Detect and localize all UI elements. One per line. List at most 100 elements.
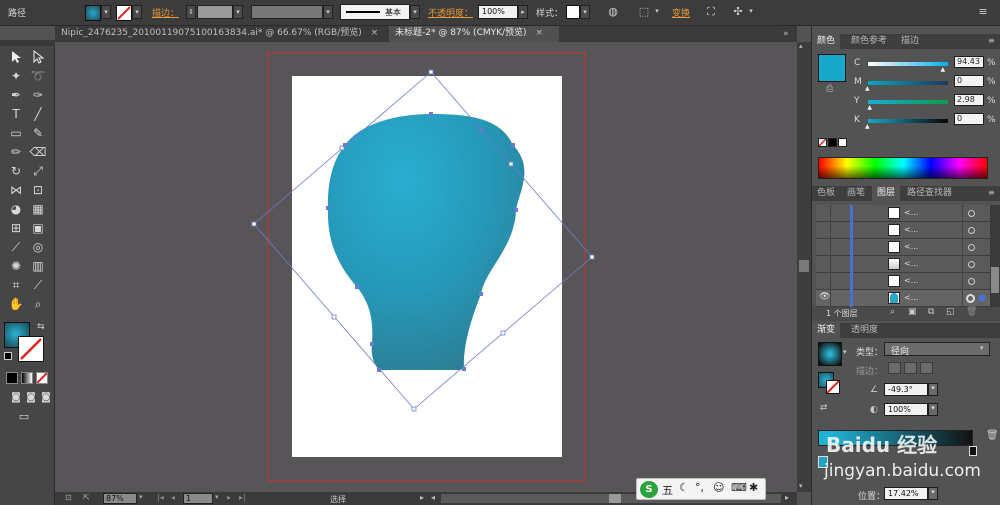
panel-menu-icon[interactable]: ≡ bbox=[988, 36, 995, 45]
opacity-dropdown[interactable]: ▸ bbox=[518, 5, 528, 19]
channel-c-slider[interactable] bbox=[868, 62, 948, 66]
gradient-tool-icon[interactable]: ▣ bbox=[28, 219, 48, 237]
opacity-label[interactable]: 不透明度： bbox=[428, 6, 473, 19]
location-field[interactable]: 17.42% bbox=[884, 487, 928, 500]
arrange-dropdown[interactable]: ▾ bbox=[746, 5, 756, 19]
layer-row-selected[interactable]: 👁 <... bbox=[816, 290, 993, 307]
panel-menu-icon[interactable]: ≡ bbox=[988, 188, 995, 197]
channel-m-slider[interactable] bbox=[868, 81, 948, 85]
layer-row[interactable]: <... bbox=[816, 239, 993, 256]
scroll-down-arrow[interactable]: ▾ bbox=[799, 482, 809, 490]
recolor-artwork-icon[interactable]: ◍ bbox=[605, 4, 621, 20]
gradient-type-select[interactable]: 径向 ▾ bbox=[884, 342, 990, 357]
layers-scrollbar[interactable] bbox=[990, 205, 1000, 307]
new-layer-icon[interactable]: ◱ bbox=[946, 307, 955, 317]
next-artboard-button[interactable]: ▸ bbox=[227, 493, 231, 502]
direct-selection-tool-icon[interactable] bbox=[28, 48, 48, 66]
graph-tool-icon[interactable]: ▥ bbox=[28, 257, 48, 275]
out-of-web-gamut-icon[interactable]: ⎙ bbox=[826, 84, 833, 94]
stroke-across-button[interactable] bbox=[920, 362, 933, 374]
moon-icon[interactable]: ☾ bbox=[679, 481, 689, 494]
target-circle-icon[interactable] bbox=[968, 244, 975, 251]
layer-row[interactable]: <... bbox=[816, 273, 993, 290]
tab-gradient[interactable]: 渐变 bbox=[812, 323, 841, 338]
hand-tool-icon[interactable]: ✋ bbox=[6, 295, 26, 313]
target-circle-icon[interactable] bbox=[968, 210, 975, 217]
shape-builder-tool-icon[interactable]: ◕ bbox=[6, 200, 26, 218]
artboard-tool-icon[interactable]: ⌗ bbox=[6, 276, 26, 294]
artboard-dropdown[interactable]: ▾ bbox=[215, 493, 219, 501]
toolbar-grip[interactable] bbox=[0, 40, 55, 46]
brush-definition-field[interactable]: 基本 bbox=[340, 4, 410, 20]
tab-document-1[interactable]: Nipic_2476235_20100119075100163834.ai* @… bbox=[55, 26, 385, 42]
graphic-style-dropdown[interactable]: ▾ bbox=[580, 5, 590, 19]
white-color-swatch[interactable] bbox=[838, 138, 847, 147]
delete-layer-icon[interactable]: 🗑 bbox=[966, 307, 977, 317]
location-dropdown[interactable]: ▾ bbox=[928, 487, 938, 500]
layer-name[interactable]: <... bbox=[904, 259, 918, 268]
gradient-mode-button[interactable] bbox=[21, 372, 33, 384]
stroke-swatch[interactable] bbox=[116, 5, 132, 21]
line-tool-icon[interactable]: ╱ bbox=[28, 105, 48, 123]
channel-y-handle[interactable]: ▲ bbox=[867, 104, 872, 111]
tab-pathfinder[interactable]: 路径查找器 bbox=[902, 186, 957, 201]
swap-fill-stroke-icon[interactable]: ⇆ bbox=[37, 322, 45, 332]
slice-tool-icon[interactable]: ⟋ bbox=[28, 276, 48, 294]
draw-inside-icon[interactable]: ◙ bbox=[36, 389, 56, 407]
angle-dropdown[interactable]: ▾ bbox=[928, 383, 938, 396]
scroll-up-arrow[interactable]: ▴ bbox=[799, 42, 809, 50]
channel-y-slider[interactable] bbox=[868, 100, 948, 104]
color-mode-button[interactable] bbox=[6, 372, 18, 384]
target-circle-icon[interactable] bbox=[968, 227, 975, 234]
layer-name[interactable]: <... bbox=[904, 242, 918, 251]
artboard-nav-icon[interactable]: ⊡ bbox=[65, 493, 79, 504]
align-icon[interactable]: ⬚ bbox=[636, 4, 652, 20]
stroke-weight-field[interactable] bbox=[197, 5, 233, 19]
layer-name[interactable]: <... bbox=[904, 225, 918, 234]
tab-document-2[interactable]: 未标题-2* @ 87% (CMYK/预览) × bbox=[389, 26, 559, 42]
tab-layers[interactable]: 图层 bbox=[872, 186, 901, 201]
export-icon[interactable]: ⇱ bbox=[83, 493, 97, 504]
type-tool-icon[interactable]: T bbox=[6, 105, 26, 123]
clipping-mask-icon[interactable]: ▣ bbox=[908, 307, 917, 317]
gradient-angle-field[interactable]: -49.3° bbox=[884, 383, 928, 396]
layer-row[interactable]: <... bbox=[816, 222, 993, 239]
settings-icon[interactable]: ✱ bbox=[749, 481, 758, 494]
layer-name[interactable]: <... bbox=[904, 276, 918, 285]
hscroll-thumb[interactable] bbox=[609, 494, 621, 503]
lasso-tool-icon[interactable]: ➰ bbox=[28, 67, 48, 85]
magic-wand-tool-icon[interactable]: ✦ bbox=[6, 67, 26, 85]
target-circle-selected-icon[interactable] bbox=[966, 294, 975, 303]
variable-width-profile[interactable] bbox=[251, 5, 323, 19]
layer-row[interactable]: <... bbox=[816, 205, 993, 222]
scroll-thumb[interactable] bbox=[799, 260, 809, 272]
first-artboard-button[interactable]: |◂ bbox=[157, 493, 164, 502]
none-mode-button[interactable] bbox=[36, 372, 48, 384]
blend-tool-icon[interactable]: ◎ bbox=[28, 238, 48, 256]
layer-name[interactable]: <... bbox=[904, 293, 918, 302]
tab-close-icon[interactable]: × bbox=[371, 28, 379, 38]
stroke-along-button[interactable] bbox=[904, 362, 917, 374]
artboard-number-field[interactable]: 1 bbox=[183, 493, 213, 504]
zoom-dropdown[interactable]: ▾ bbox=[139, 493, 143, 501]
stroke-dropdown-arrow[interactable]: ▾ bbox=[132, 5, 142, 19]
pen-tool-icon[interactable]: ✒ bbox=[6, 86, 26, 104]
last-artboard-button[interactable]: ▸| bbox=[239, 493, 246, 502]
color-panel-fill-swatch[interactable] bbox=[818, 54, 846, 82]
fill-swatch[interactable] bbox=[85, 5, 101, 21]
paintbrush-tool-icon[interactable]: ✎ bbox=[28, 124, 48, 142]
channel-m-value[interactable]: 0 bbox=[954, 75, 984, 87]
keyboard-icon[interactable]: ⌨ bbox=[731, 481, 747, 494]
hscroll-left-arrow[interactable]: ◂ bbox=[431, 493, 435, 502]
gradient-thumbnail[interactable] bbox=[818, 342, 842, 366]
layer-row[interactable]: <... bbox=[816, 256, 993, 273]
status-menu-arrow[interactable]: ▸ bbox=[420, 493, 424, 502]
black-color-swatch[interactable] bbox=[828, 138, 837, 147]
selection-tool-icon[interactable] bbox=[6, 48, 26, 66]
canvas-vertical-scrollbar[interactable]: ▴ ▾ bbox=[797, 42, 811, 492]
width-tool-icon[interactable]: ⋈ bbox=[6, 181, 26, 199]
layers-scroll-thumb[interactable] bbox=[991, 267, 999, 293]
graphic-style-swatch[interactable] bbox=[566, 5, 580, 19]
gradient-stop-left[interactable] bbox=[818, 456, 828, 468]
transform-label[interactable]: 变换 bbox=[672, 6, 690, 19]
